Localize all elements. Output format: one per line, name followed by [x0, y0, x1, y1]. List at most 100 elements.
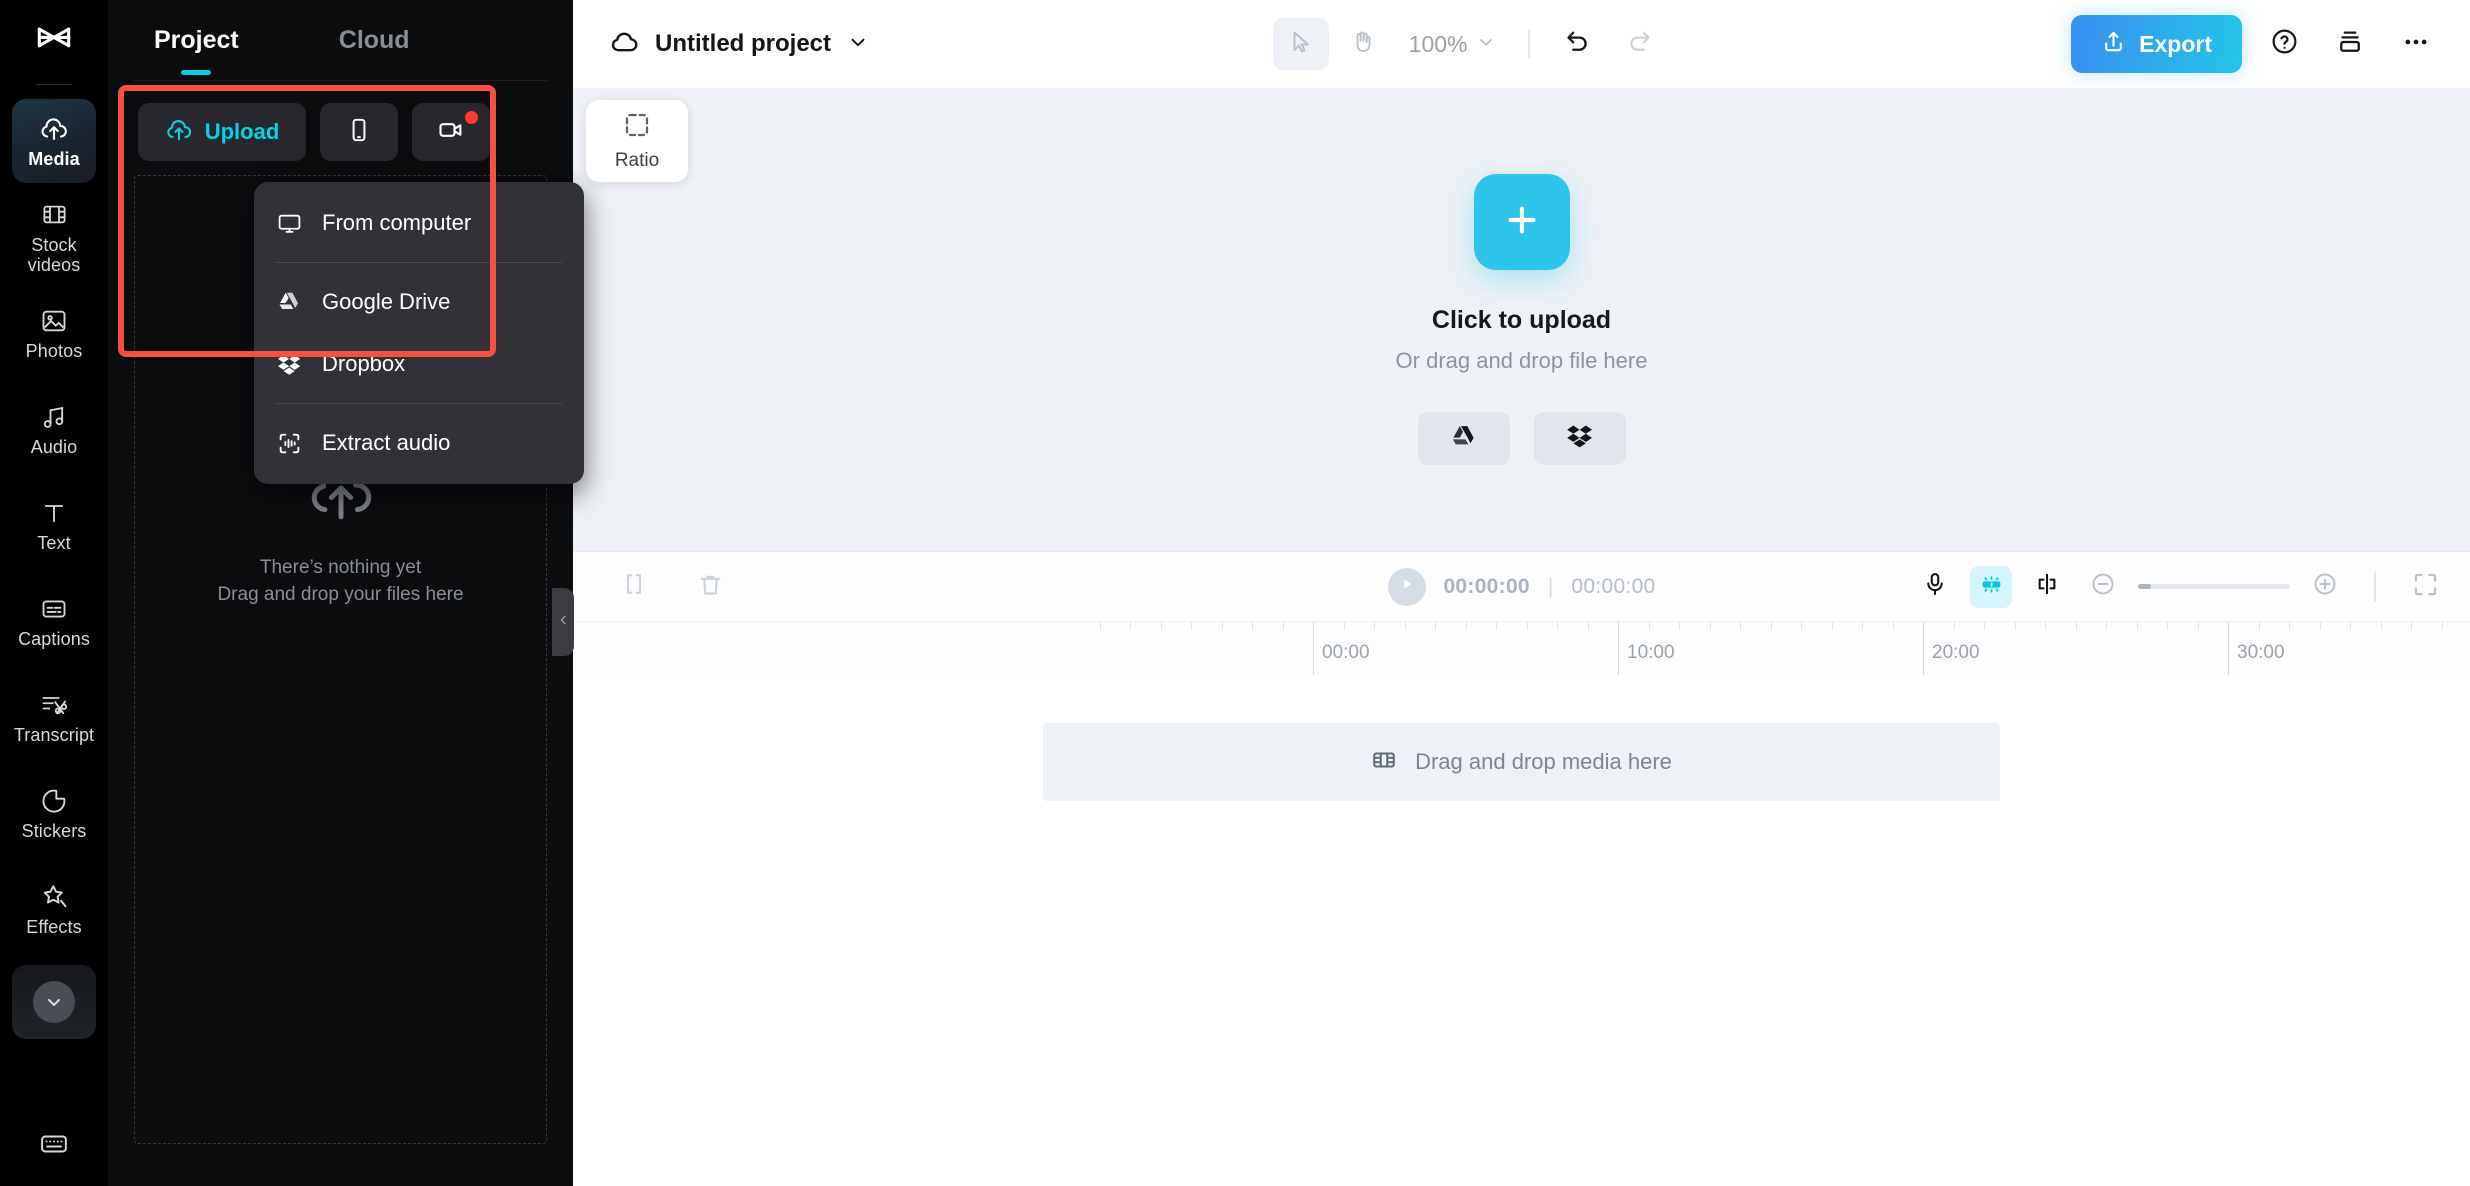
- record-button[interactable]: [412, 103, 490, 161]
- ruler-minor-tick: [1740, 622, 1741, 630]
- sidebar-item-label: Text: [37, 532, 71, 553]
- ruler-minor-tick: [2167, 622, 2168, 630]
- track-drop-label: Drag and drop media here: [1415, 749, 1672, 774]
- sidebar-item-stock-videos[interactable]: Stock videos: [12, 195, 96, 279]
- monitor-icon: [276, 211, 302, 236]
- menu-item-extract-audio[interactable]: Extract audio: [254, 412, 584, 474]
- hand-tool-button[interactable]: [1335, 18, 1391, 70]
- timeline-ruler[interactable]: 00:0010:0020:0030:0040:0050:00: [573, 621, 2470, 675]
- sidebar-item-media[interactable]: Media: [12, 99, 96, 183]
- menu-item-label: From computer: [322, 210, 472, 235]
- main-area: Untitled project 100% Export Click to up…: [573, 0, 2470, 1186]
- chevron-left-icon: [557, 610, 570, 635]
- project-title-group[interactable]: Untitled project: [609, 27, 869, 62]
- snap-align-button[interactable]: [2026, 566, 2068, 608]
- sidebar-item-transcript[interactable]: Transcript: [12, 675, 96, 759]
- zoom-level-select[interactable]: 100%: [1397, 31, 1508, 58]
- export-button[interactable]: Export: [2071, 15, 2242, 73]
- page-title: Untitled project: [655, 30, 832, 57]
- undo-button[interactable]: [1550, 18, 1606, 70]
- upload-button[interactable]: Upload: [138, 103, 306, 161]
- transcript-scissors-icon: [40, 690, 68, 720]
- upload-from-dropbox-button[interactable]: [1533, 412, 1626, 465]
- ruler-minor-tick: [1343, 622, 1345, 630]
- upload-button-label: Upload: [204, 119, 280, 144]
- play-button[interactable]: [1387, 567, 1426, 606]
- dropbox-icon: [1566, 422, 1594, 455]
- add-media-button[interactable]: [1473, 174, 1570, 270]
- chevron-down-icon: [1476, 31, 1496, 58]
- timeline-tracks: Drag and drop media here: [573, 675, 2470, 1186]
- ruler-label: 30:00: [2237, 642, 2285, 663]
- rail-expand-button[interactable]: [12, 965, 96, 1039]
- ruler-minor-tick: [1465, 622, 1467, 630]
- microphone-icon: [1922, 571, 1948, 602]
- ruler-label: 00:00: [1322, 642, 1370, 663]
- cloud-icon: [609, 27, 639, 62]
- timeline-edit-tools: [613, 566, 731, 608]
- ruler-minor-tick: [1984, 622, 1985, 630]
- ruler-minor-tick: [1648, 622, 1650, 630]
- upload-from-google-drive-button[interactable]: [1417, 412, 1510, 465]
- menu-item-dropbox[interactable]: Dropbox: [254, 333, 584, 395]
- upload-dropzone[interactable]: Click to upload Or drag and drop file he…: [1396, 174, 1647, 465]
- auto-adjust-button[interactable]: [1970, 565, 2012, 608]
- panel-tab-bar: Project Cloud: [108, 0, 573, 80]
- select-tool-button[interactable]: [1272, 18, 1329, 70]
- fullscreen-button[interactable]: [2404, 566, 2446, 608]
- upload-title: Click to upload: [1431, 306, 1612, 334]
- snap-align-icon: [2034, 571, 2060, 602]
- play-icon: [1398, 576, 1414, 597]
- chevron-down-icon: [33, 981, 75, 1023]
- ruler-minor-tick: [2136, 622, 2138, 630]
- split-clip-button[interactable]: [613, 566, 655, 608]
- app-logo[interactable]: [0, 0, 108, 84]
- upload-from-phone-button[interactable]: [320, 103, 398, 161]
- zoom-in-button[interactable]: [2304, 566, 2346, 608]
- auto-adjust-icon: [1979, 572, 2004, 602]
- tab-cloud[interactable]: Cloud: [337, 20, 412, 61]
- more-options-button[interactable]: [2392, 20, 2440, 68]
- media-panel: Project Cloud Upload From computer Googl…: [108, 0, 584, 1186]
- zoom-out-button[interactable]: [2082, 566, 2124, 608]
- menu-item-from-computer[interactable]: From computer: [254, 192, 584, 254]
- ruler-minor-tick: [1099, 622, 1101, 630]
- empty-state-line1: There’s nothing yet: [259, 557, 422, 578]
- layers-button[interactable]: [2326, 20, 2374, 68]
- sidebar-item-captions[interactable]: Captions: [12, 579, 96, 663]
- delete-button[interactable]: [689, 566, 731, 608]
- record-status-dot: [465, 111, 478, 124]
- cloud-upload-icon: [165, 116, 193, 149]
- rail-divider: [36, 84, 72, 85]
- timeline-zoom-slider[interactable]: [2138, 584, 2290, 589]
- panel-collapse-handle[interactable]: [552, 588, 574, 656]
- sidebar-item-label: Effects: [26, 916, 82, 937]
- timeline-right-tools: [1914, 565, 2446, 608]
- shortcuts-button[interactable]: [0, 1129, 108, 1164]
- tab-project[interactable]: Project: [152, 20, 241, 61]
- sidebar-item-audio[interactable]: Audio: [12, 387, 96, 471]
- preview-stage: Click to upload Or drag and drop file he…: [573, 88, 2470, 551]
- sidebar-item-effects[interactable]: Effects: [12, 867, 96, 951]
- record-voiceover-button[interactable]: [1914, 566, 1956, 608]
- empty-state-line2: Drag and drop your files here: [217, 584, 464, 605]
- timeline-toolbar: 00:00:00 | 00:00:00: [573, 551, 2470, 621]
- keyboard-icon: [39, 1129, 69, 1164]
- expand-frame-icon: [2412, 571, 2439, 603]
- upload-source-dropdown: From computer Google Drive Dropbox Extra…: [254, 182, 584, 484]
- sidebar-item-stickers[interactable]: Stickers: [12, 771, 96, 855]
- export-button-label: Export: [2139, 30, 2212, 57]
- track-drop-placeholder[interactable]: Drag and drop media here: [1043, 723, 2000, 801]
- minus-circle-icon: [2090, 571, 2116, 602]
- menu-item-google-drive[interactable]: Google Drive: [254, 271, 584, 333]
- sidebar-item-text[interactable]: Text: [12, 483, 96, 567]
- ruler-minor-tick: [1404, 622, 1406, 630]
- help-button[interactable]: [2260, 20, 2308, 68]
- redo-button[interactable]: [1612, 18, 1668, 70]
- chevron-down-icon[interactable]: [847, 31, 869, 58]
- share-upload-icon: [2101, 29, 2126, 59]
- ruler-minor-tick: [1526, 622, 1528, 630]
- hand-icon: [1350, 29, 1376, 60]
- sidebar-item-photos[interactable]: Photos: [12, 291, 96, 375]
- ratio-tooltip[interactable]: Ratio: [586, 100, 688, 182]
